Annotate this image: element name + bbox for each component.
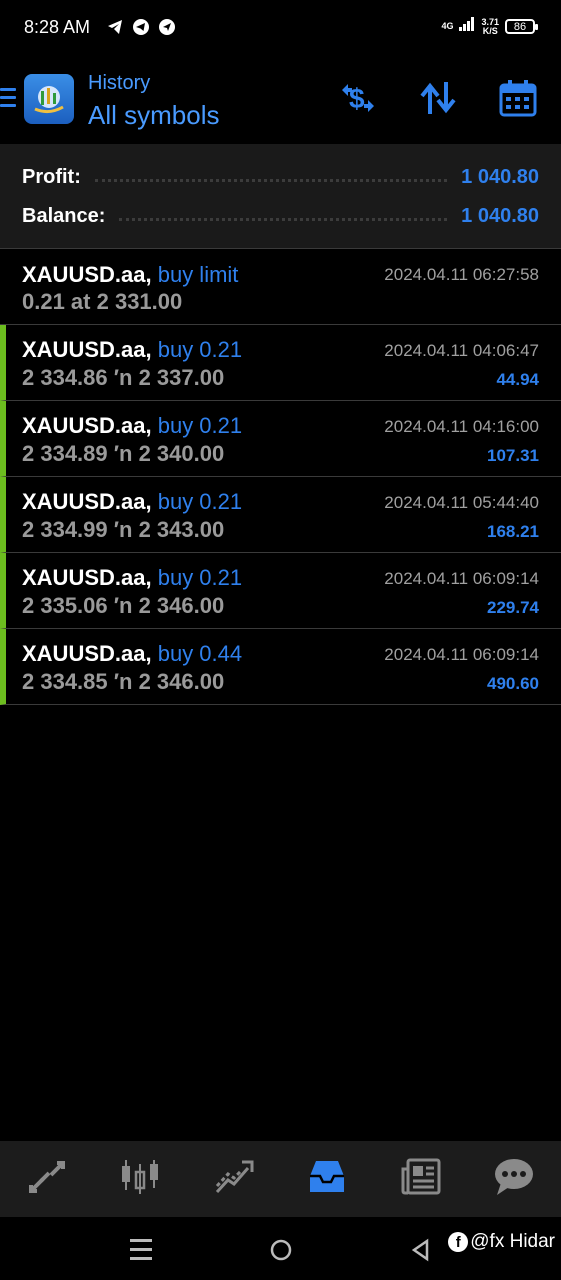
trade-type: buy limit: [157, 262, 239, 287]
trade-title: XAUUSD.aa, buy 0.21: [22, 489, 242, 515]
trade-details: 2 334.85 ′n 2 346.00: [22, 669, 225, 694]
sort-button[interactable]: [418, 80, 458, 120]
trade-profit: 168.21: [487, 522, 539, 541]
watermark: f @fx Hidar: [448, 1231, 555, 1253]
balance-value: 1 040.80: [461, 204, 539, 227]
nav-news[interactable]: [391, 1149, 451, 1209]
trade-time: 2024.04.11 04:06:47: [384, 341, 539, 360]
dollar-swap-icon: $: [338, 80, 378, 121]
trade-details: 2 334.86 ′n 2 337.00: [22, 365, 225, 390]
home-icon[interactable]: [269, 1238, 293, 1267]
balance-row: Balance: 1 040.80: [22, 201, 539, 231]
nav-chart[interactable]: [110, 1149, 170, 1209]
send-icon: [158, 18, 176, 36]
profit-value: 1 040.80: [461, 165, 539, 188]
watermark-text: @fx Hidar: [470, 1231, 555, 1252]
trade-row[interactable]: XAUUSD.aa, buy 0.44 2 334.85 ′n 2 346.00…: [0, 629, 561, 705]
nav-quotes[interactable]: [17, 1149, 77, 1209]
battery-icon: 86: [505, 19, 538, 34]
signal-icon: [459, 17, 475, 36]
nav-history[interactable]: [297, 1149, 357, 1209]
trade-symbol: XAUUSD.aa,: [22, 262, 152, 287]
trade-symbol: XAUUSD.aa,: [22, 413, 152, 438]
trade-row[interactable]: XAUUSD.aa, buy 0.21 2 334.86 ′n 2 337.00…: [0, 325, 561, 401]
trade-title: XAUUSD.aa, buy 0.21: [22, 413, 242, 439]
trade-list: XAUUSD.aa, buy limit 0.21 at 2 331.00 20…: [0, 249, 561, 705]
trade-row[interactable]: XAUUSD.aa, buy limit 0.21 at 2 331.00 20…: [0, 249, 561, 325]
trade-symbol: XAUUSD.aa,: [22, 489, 152, 514]
battery-level: 86: [513, 20, 527, 33]
trade-profit: 107.31: [487, 446, 539, 465]
trade-symbol: XAUUSD.aa,: [22, 565, 152, 590]
deposit-withdraw-button[interactable]: $: [338, 80, 378, 120]
trade-row[interactable]: XAUUSD.aa, buy 0.21 2 334.89 ′n 2 340.00…: [0, 401, 561, 477]
profit-label: Profit:: [22, 165, 81, 188]
menu-icon[interactable]: [0, 88, 16, 112]
trade-time: 2024.04.11 05:44:40: [384, 493, 539, 512]
speed-indicator: 3.71 K/S: [481, 17, 499, 36]
trade-title: XAUUSD.aa, buy 0.21: [22, 337, 242, 363]
back-icon[interactable]: [410, 1238, 430, 1267]
calendar-button[interactable]: [498, 79, 538, 122]
history-icon: [306, 1158, 348, 1201]
trade-title: XAUUSD.aa, buy limit: [22, 262, 238, 288]
svg-text:$: $: [349, 83, 365, 114]
facebook-icon: f: [448, 1232, 469, 1252]
trade-profit: 229.74: [487, 598, 539, 617]
telegram-icon: [132, 18, 150, 36]
recent-apps-icon[interactable]: [130, 1239, 152, 1266]
summary-panel: Profit: 1 040.80 Balance: 1 040.80: [0, 144, 561, 249]
trade-row[interactable]: XAUUSD.aa, buy 0.21 2 335.06 ′n 2 346.00…: [0, 553, 561, 629]
trade-time: 2024.04.11 06:27:58: [384, 265, 539, 284]
news-icon: [400, 1157, 442, 1202]
status-bar: 8:28 AM 4G 3.71 K/S 86: [0, 0, 561, 56]
dotted-leader: [119, 217, 448, 221]
trade-profit: 490.60: [487, 674, 539, 693]
notification-icons: [106, 18, 176, 36]
trade-row[interactable]: XAUUSD.aa, buy 0.21 2 334.99 ′n 2 343.00…: [0, 477, 561, 553]
nav-chat[interactable]: [484, 1149, 544, 1209]
network-type: 4G: [441, 21, 454, 31]
trade-title: XAUUSD.aa, buy 0.21: [22, 565, 242, 591]
profit-row: Profit: 1 040.80: [22, 162, 539, 192]
trade-profit: 44.94: [496, 370, 539, 389]
trade-type: buy 0.21: [157, 565, 243, 590]
trade-type: buy 0.21: [157, 489, 243, 514]
trade-type: buy 0.44: [157, 641, 243, 666]
page-title[interactable]: All symbols: [88, 100, 219, 131]
chart-icon: [119, 1158, 161, 1201]
trade-details: 2 335.06 ′n 2 346.00: [22, 593, 225, 618]
trade-type: buy 0.21: [157, 413, 243, 438]
app-logo: [24, 74, 74, 124]
nav-trade[interactable]: [204, 1149, 264, 1209]
trade-details: 0.21 at 2 331.00: [22, 289, 183, 314]
trade-title: XAUUSD.aa, buy 0.44: [22, 641, 242, 667]
page-subtitle: History: [88, 72, 151, 94]
trade-type: buy 0.21: [157, 337, 243, 362]
speed-unit: K/S: [482, 25, 498, 36]
trade-time: 2024.04.11 06:09:14: [384, 569, 539, 588]
trade-details: 2 334.89 ′n 2 340.00: [22, 441, 225, 466]
trade-time: 2024.04.11 04:16:00: [384, 417, 539, 436]
calendar-icon: [498, 79, 538, 122]
system-indicators: 4G 3.71 K/S 86: [441, 17, 538, 36]
trade-symbol: XAUUSD.aa,: [22, 337, 152, 362]
trade-icon: [214, 1158, 254, 1201]
balance-label: Balance:: [22, 204, 106, 227]
trade-time: 2024.04.11 06:09:14: [384, 645, 539, 664]
telegram-icon: [106, 18, 124, 36]
bottom-nav: [0, 1141, 561, 1217]
app-header: History All symbols $: [0, 58, 561, 144]
dotted-leader: [94, 178, 448, 182]
sort-arrows-icon: [418, 80, 458, 121]
trade-symbol: XAUUSD.aa,: [22, 641, 152, 666]
quotes-icon: [27, 1159, 67, 1200]
trade-details: 2 334.99 ′n 2 343.00: [22, 517, 225, 542]
chat-icon: [493, 1157, 535, 1202]
status-time: 8:28 AM: [24, 17, 91, 37]
